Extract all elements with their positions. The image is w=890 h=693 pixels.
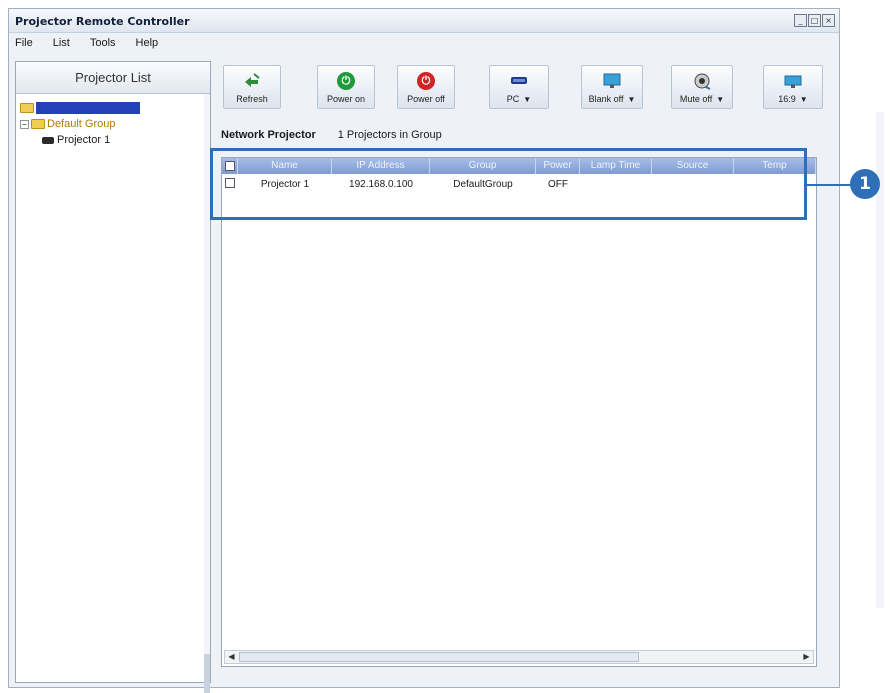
power-off-button[interactable]: ⏻ Power off <box>397 65 455 109</box>
menu-list[interactable]: List <box>53 37 70 53</box>
source-dropdown[interactable]: PC ▼ <box>489 65 549 109</box>
projector-table: Name IP Address Group Power Lamp Time So… <box>221 157 817 667</box>
menu-file[interactable]: File <box>15 37 33 53</box>
mute-dropdown[interactable]: Mute off ▼ <box>671 65 733 109</box>
minimize-button[interactable]: _ <box>794 14 807 27</box>
menu-tools[interactable]: Tools <box>90 37 116 53</box>
power-off-label: Power off <box>407 94 445 104</box>
power-off-icon: ⏻ <box>417 72 435 90</box>
aspect-label: 16:9 ▼ <box>778 94 808 104</box>
collapse-icon[interactable]: − <box>20 119 29 129</box>
mute-label: Mute off ▼ <box>679 94 725 104</box>
menu-help[interactable]: Help <box>136 37 159 53</box>
info-row: Network Projector 1 Projectors in Group <box>221 129 442 141</box>
folder-icon <box>20 103 34 113</box>
selected-root-node[interactable] <box>36 102 140 114</box>
mute-icon <box>694 73 711 90</box>
source-label: PC ▼ <box>506 94 532 104</box>
window-title: Projector Remote Controller <box>15 15 190 28</box>
chevron-down-icon: ▼ <box>523 95 532 104</box>
power-on-icon: ⏻ <box>337 72 355 90</box>
horizontal-scroll-thumb[interactable] <box>239 652 639 662</box>
scroll-right-icon[interactable]: ▶ <box>800 651 813 663</box>
callout-badge: 1 <box>850 169 880 199</box>
maximize-button[interactable]: □ <box>808 14 821 27</box>
tree-group-default[interactable]: − Default Group <box>20 116 210 132</box>
projector-tree: − Default Group Projector 1 <box>16 94 210 148</box>
aspect-icon <box>784 75 802 88</box>
projector-count: 1 Projectors in Group <box>337 129 442 141</box>
menu-bar: File List Tools Help <box>9 33 839 53</box>
blank-label: Blank off ▼ <box>588 94 636 104</box>
title-bar: Projector Remote Controller _ □ × <box>9 9 839 33</box>
group-label[interactable]: Default Group <box>47 118 115 130</box>
aspect-dropdown[interactable]: 16:9 ▼ <box>763 65 823 109</box>
tree-projector-1[interactable]: Projector 1 <box>20 132 210 148</box>
refresh-label: Refresh <box>236 94 268 104</box>
chevron-down-icon: ▼ <box>799 95 808 104</box>
sidebar-scroll-thumb[interactable] <box>204 654 210 693</box>
tree-root[interactable] <box>20 100 210 116</box>
close-button[interactable]: × <box>822 14 835 27</box>
projector-list-title: Projector List <box>16 62 210 94</box>
blank-icon <box>603 73 621 88</box>
projector-icon <box>42 136 54 144</box>
network-projector-label: Network Projector <box>221 129 316 141</box>
scroll-left-icon[interactable]: ◀ <box>225 651 238 663</box>
toolbar: Refresh ⏻ Power on ⏻ Power off PC ▼ Blan… <box>217 61 835 117</box>
refresh-icon <box>245 73 260 87</box>
power-on-label: Power on <box>326 94 366 104</box>
chevron-down-icon: ▼ <box>627 95 636 104</box>
window-controls: _ □ × <box>794 14 835 27</box>
horizontal-scrollbar[interactable]: ◀ ▶ <box>224 650 814 664</box>
callout-highlight-box <box>210 148 807 220</box>
projector-label[interactable]: Projector 1 <box>57 134 110 146</box>
app-window: Projector Remote Controller _ □ × File L… <box>8 8 840 693</box>
chevron-down-icon: ▼ <box>716 95 725 104</box>
folder-icon <box>31 119 45 129</box>
blank-dropdown[interactable]: Blank off ▼ <box>581 65 643 109</box>
power-on-button[interactable]: ⏻ Power on <box>317 65 375 109</box>
source-icon <box>511 77 527 84</box>
refresh-button[interactable]: Refresh <box>223 65 281 109</box>
callout-line <box>807 184 851 186</box>
projector-list-panel: Projector List − Default Group Projector… <box>15 61 211 693</box>
